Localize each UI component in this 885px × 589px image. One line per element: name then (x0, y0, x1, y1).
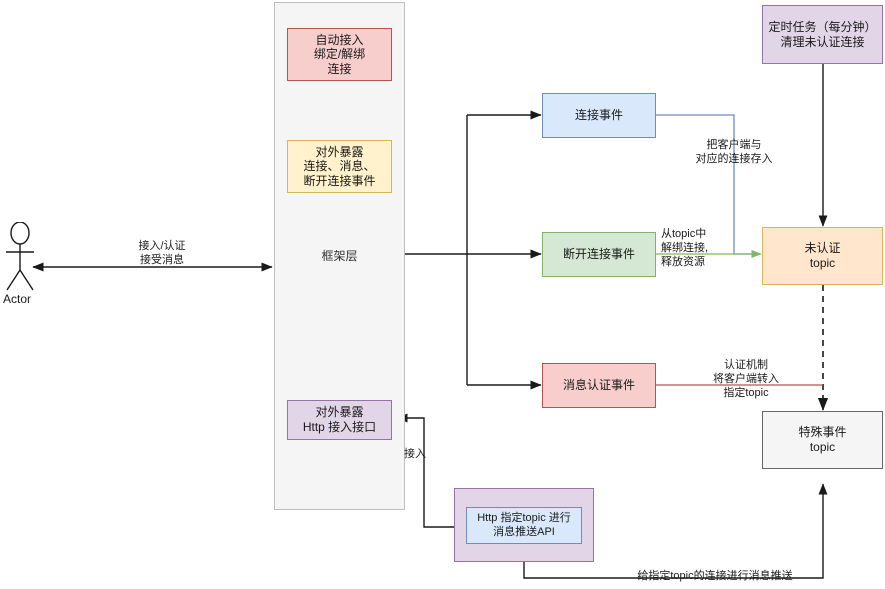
node-unauthenticated-topic[interactable]: 未认证 topic (762, 227, 883, 285)
node-expose-http-endpoint[interactable]: 对外暴露 Http 接入接口 (287, 400, 392, 440)
edge-label-auth-mechanism: 认证机制 将客户端转入 指定topic (713, 359, 779, 399)
edge-label-actor-access: 接入/认证 接受消息 (138, 240, 186, 266)
edge-label-http-access: 接入 (404, 448, 426, 460)
edge-label-unbind-topic: 从topic中 解绑连接, 释放资源 (661, 228, 709, 268)
edge-label-push-to-topic: 给指定topic的连接进行消息推送 (637, 570, 793, 582)
framework-lane-label: 框架层 (321, 249, 358, 263)
node-message-auth-event[interactable]: 消息认证事件 (542, 363, 656, 408)
actor-label: Actor (3, 292, 32, 306)
connector-wires (32, 64, 829, 579)
node-connect-event[interactable]: 连接事件 (542, 93, 656, 138)
node-auto-access[interactable]: 自动接入 绑定/解绑 连接 (287, 28, 392, 81)
edge-label-store-client: 把客户端与 对应的连接存入 (695, 139, 773, 165)
node-cron-task[interactable]: 定时任务（每分钟） 清理未认证连接 (762, 5, 883, 64)
node-expose-events[interactable]: 对外暴露 连接、消息、 断开连接事件 (287, 140, 392, 193)
node-http-push-api[interactable]: Http 指定topic 进行 消息推送API (466, 507, 582, 544)
node-disconnect-event[interactable]: 断开连接事件 (542, 232, 656, 277)
diagram-canvas: Actor 框架层 自动接入 绑定/解绑 连接 对外暴露 连接、消息、 断开连接… (0, 0, 885, 589)
actor-icon (6, 222, 34, 291)
node-special-event-topic[interactable]: 特殊事件 topic (762, 411, 883, 469)
